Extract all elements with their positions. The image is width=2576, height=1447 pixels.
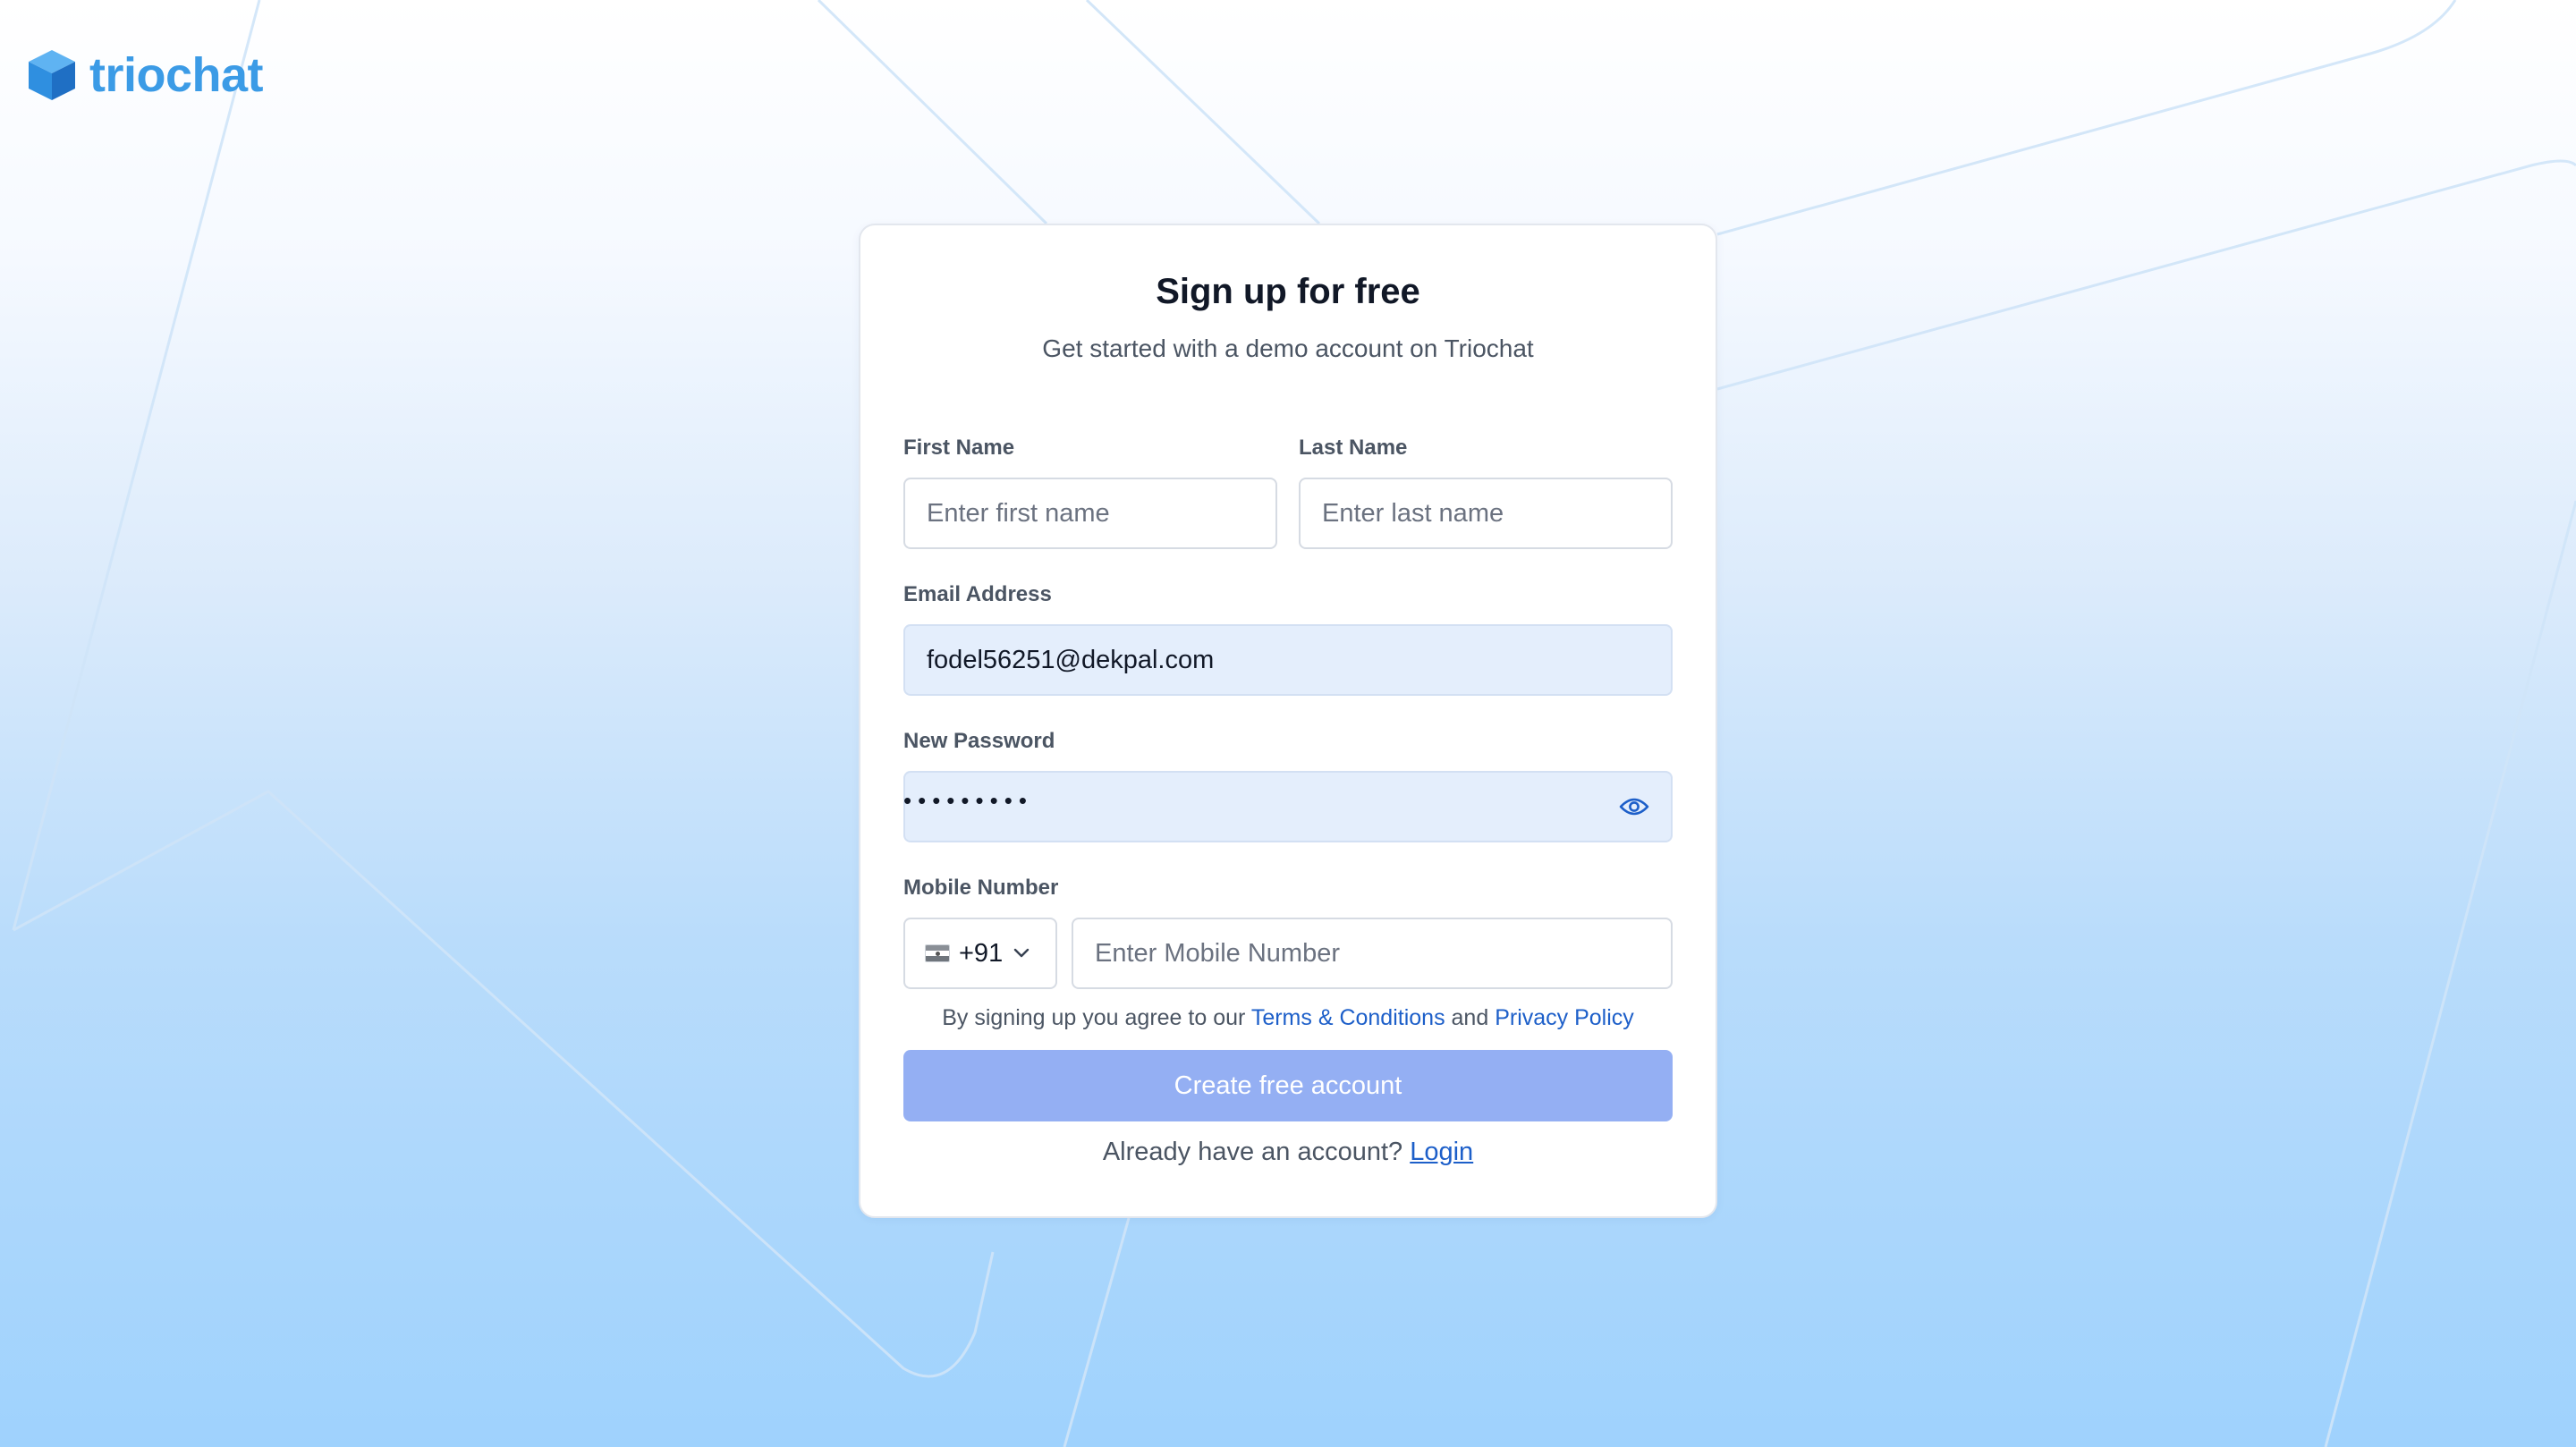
country-code-value: +91 bbox=[959, 938, 1004, 968]
email-field[interactable] bbox=[903, 624, 1673, 696]
first-name-label: First Name bbox=[903, 436, 1015, 460]
first-name-input[interactable] bbox=[903, 478, 1277, 549]
terms-notice: By signing up you agree to our Terms & C… bbox=[859, 1005, 1717, 1031]
password-masked-value: ••••••••• bbox=[903, 787, 1033, 814]
page-title: Sign up for free bbox=[1156, 272, 1420, 311]
login-prompt-text: Already have an account? bbox=[1102, 1138, 1411, 1166]
triochat-logo[interactable]: triochat bbox=[27, 48, 264, 102]
flag-icon bbox=[925, 944, 950, 962]
page-subtitle: Get started with a demo account on Trioc… bbox=[1042, 334, 1534, 362]
mobile-number-input[interactable] bbox=[1072, 918, 1673, 989]
last-name-input[interactable] bbox=[1299, 478, 1673, 549]
create-account-button[interactable]: Create free account bbox=[903, 1050, 1673, 1121]
password-label: New Password bbox=[903, 729, 1055, 753]
chevron-down-icon bbox=[1014, 948, 1030, 958]
mobile-label: Mobile Number bbox=[903, 876, 1059, 900]
terms-conjunction: and bbox=[1445, 1005, 1496, 1030]
privacy-policy-link[interactable]: Privacy Policy bbox=[1495, 1005, 1634, 1030]
terms-prefix: By signing up you agree to our bbox=[942, 1005, 1251, 1030]
last-name-label: Last Name bbox=[1299, 436, 1408, 460]
country-code-select[interactable]: +91 bbox=[903, 918, 1057, 989]
email-label: Email Address bbox=[903, 582, 1052, 606]
terms-link[interactable]: Terms & Conditions bbox=[1251, 1005, 1445, 1030]
eye-icon[interactable] bbox=[1619, 796, 1649, 817]
cube-logo-icon bbox=[29, 50, 75, 100]
login-prompt: Already have an account? Login bbox=[859, 1138, 1717, 1167]
login-link[interactable]: Login bbox=[1410, 1138, 1473, 1166]
brand-name: triochat bbox=[89, 48, 264, 102]
